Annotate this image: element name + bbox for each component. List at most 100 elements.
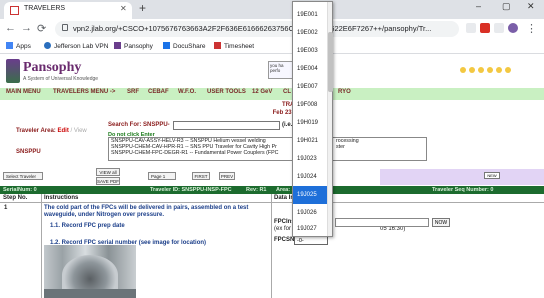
maximize-button[interactable]: ▢ [502, 1, 511, 12]
mail-icon[interactable] [469, 67, 475, 73]
page-content: Pansophy A System of Universal Knowledge… [0, 55, 544, 298]
traveler-listbox-overflow[interactable]: rocessing ster [333, 137, 427, 161]
view-link[interactable]: View [74, 128, 87, 134]
close-window-button[interactable]: ✕ [527, 1, 535, 12]
bookmark-jlab-vpn[interactable]: Jefferson Lab VPN [44, 42, 108, 50]
fpcins-hint: (ex for [274, 226, 292, 232]
new-tab-button[interactable]: + [139, 1, 146, 15]
menu-cryo[interactable]: RYO [338, 89, 351, 95]
timesheet-icon [214, 42, 221, 49]
minimize-button[interactable]: – [476, 1, 481, 11]
menu-cebaf[interactable]: CEBAF [148, 89, 169, 95]
first-button[interactable]: FIRST [192, 172, 210, 180]
bookmark-label: Jefferson Lab VPN [54, 43, 109, 50]
address-bar-row: ← → ⟳ vpn2.jlab.org/+CSCO+1075676763663A… [0, 19, 544, 40]
view-all-button[interactable]: VIEW all [96, 168, 120, 176]
menu-srf[interactable]: SRF [127, 89, 139, 95]
browser-tab-bar: TRAVELERS ✕ + – ▢ ✕ [0, 0, 544, 19]
pansophy-icon [114, 42, 121, 49]
fpcins-input[interactable] [335, 218, 429, 227]
instruction-text: The cold part of the FPCs will be delive… [44, 205, 249, 211]
action-strip [380, 169, 544, 185]
traveler-listbox[interactable]: SNSPPU-CAV-ASSY-HELV-R3 -- SNSPPU Helium… [108, 137, 298, 161]
bookmark-pansophy[interactable]: Pansophy [114, 42, 153, 50]
edit-link[interactable]: Edit [57, 128, 68, 134]
slash-separator: / [70, 128, 73, 134]
traveler-id: Traveler ID: SNSPPU-INSP-FPC [150, 187, 232, 193]
photo-base [44, 289, 136, 298]
pansophy-logo[interactable]: Pansophy A System of Universal Knowledge [6, 58, 116, 86]
logo-subtitle: A System of Universal Knowledge [23, 76, 99, 82]
screen: TRAVELERS ✕ + – ▢ ✕ ← → ⟳ vpn2.jlab.org/… [0, 0, 544, 298]
star-icon[interactable] [466, 23, 476, 33]
fpcsn-dropdown-list[interactable]: 19E001 19E002 19E003 19E004 19E007 19F00… [292, 1, 333, 237]
print-icon[interactable] [478, 67, 484, 73]
extension-icon[interactable] [480, 23, 490, 33]
tab-favicon-icon [10, 6, 19, 15]
fpcsn-label: FPCSN [274, 237, 295, 243]
column-divider [41, 194, 42, 298]
docushare-icon [163, 42, 170, 49]
bookmark-docushare[interactable]: DocuShare [163, 42, 206, 50]
main-menu-bar: MAIN MENU TRAVELERS MENU -> SRF CEBAF W.… [0, 88, 544, 100]
extension-icon[interactable] [494, 23, 504, 33]
bookmark-label: Pansophy [124, 43, 153, 50]
logo-title: Pansophy [23, 60, 82, 75]
header-icons [460, 60, 514, 78]
now-button[interactable]: NOW [432, 218, 450, 227]
select-traveler-dropdown[interactable]: Select Traveler [3, 172, 43, 180]
column-divider [271, 194, 272, 298]
bookmarks-bar: Apps Jefferson Lab VPN Pansophy DocuShar… [0, 40, 544, 54]
bookmark-label: Timesheet [224, 43, 255, 50]
lock-icon [62, 24, 68, 31]
url-text: vpn2.jlab.org/+CSCO+1075676763663A2F2F63… [73, 24, 432, 33]
tab-title: TRAVELERS [24, 5, 66, 12]
menu-dots-icon[interactable]: ⋮ [526, 22, 537, 35]
search-input[interactable] [173, 121, 280, 130]
reload-icon[interactable]: ⟳ [37, 22, 46, 35]
save-pdf-button[interactable]: SAVE PDF [96, 177, 120, 185]
list-item[interactable]: SNSPPU-CHEM-FPC-DEGR-R1 -- Fundamental P… [109, 150, 297, 156]
logout-icon[interactable] [505, 67, 511, 73]
apps-grid-icon [6, 42, 13, 49]
bookmark-apps[interactable]: Apps [6, 42, 31, 50]
serial-number: SerialNum: 0 [3, 187, 37, 193]
forward-icon[interactable]: → [21, 22, 32, 34]
close-tab-icon[interactable]: ✕ [120, 4, 127, 13]
traveler-area-text: Traveler Area: [16, 128, 56, 134]
info-icon[interactable] [496, 67, 502, 73]
home-icon[interactable] [487, 67, 493, 73]
back-icon[interactable]: ← [5, 22, 16, 34]
col-step: Step No. [3, 195, 28, 201]
help-icon[interactable] [460, 67, 466, 73]
menu-user-tools[interactable]: USER TOOLS [207, 89, 246, 95]
list-item-tail: ster [336, 144, 345, 150]
traveler-area-value: SNSPPU [16, 149, 41, 155]
browser-tab[interactable]: TRAVELERS ✕ [4, 2, 132, 19]
profile-avatar[interactable] [508, 23, 518, 33]
scrollbar-thumb[interactable] [328, 32, 333, 92]
serial-bar: SerialNum: 0 Traveler ID: SNSPPU-INSP-FP… [0, 186, 544, 194]
table-header: Step No. Instructions Data In [0, 194, 544, 203]
menu-travelers[interactable]: TRAVELERS MENU -> [53, 89, 115, 95]
menu-main[interactable]: MAIN MENU [6, 89, 41, 95]
menu-wfo[interactable]: W.F.O. [178, 89, 196, 95]
bookmark-label: DocuShare [173, 43, 206, 50]
step-number: 1 [4, 205, 8, 211]
fpcsn-select[interactable]: -0- [294, 236, 328, 245]
search-label: Search For: SNSPPU- [108, 122, 170, 128]
traveler-area-label: Traveler Area: Edit / View [16, 128, 87, 134]
new-button[interactable]: NEW [484, 172, 500, 179]
fpc-photo [44, 245, 136, 298]
prev-button[interactable]: PREV [219, 172, 235, 180]
page-select[interactable]: Page 1 [148, 172, 176, 180]
instruction-text: waveguide, under Nitrogen over pressure. [44, 212, 165, 218]
traveler-seq: Traveler Seq Number: 0 [432, 187, 494, 193]
menu-cl[interactable]: CL [283, 89, 291, 95]
col-data: Data In [274, 195, 295, 201]
url-field[interactable]: vpn2.jlab.org/+CSCO+1075676763663A2F2F63… [55, 21, 459, 37]
traveler-rev: Rev: R1 [246, 187, 267, 193]
bookmark-timesheet[interactable]: Timesheet [214, 42, 254, 50]
dropdown-scrollbar[interactable] [327, 2, 333, 236]
menu-12gev[interactable]: 12 GeV [252, 89, 272, 95]
